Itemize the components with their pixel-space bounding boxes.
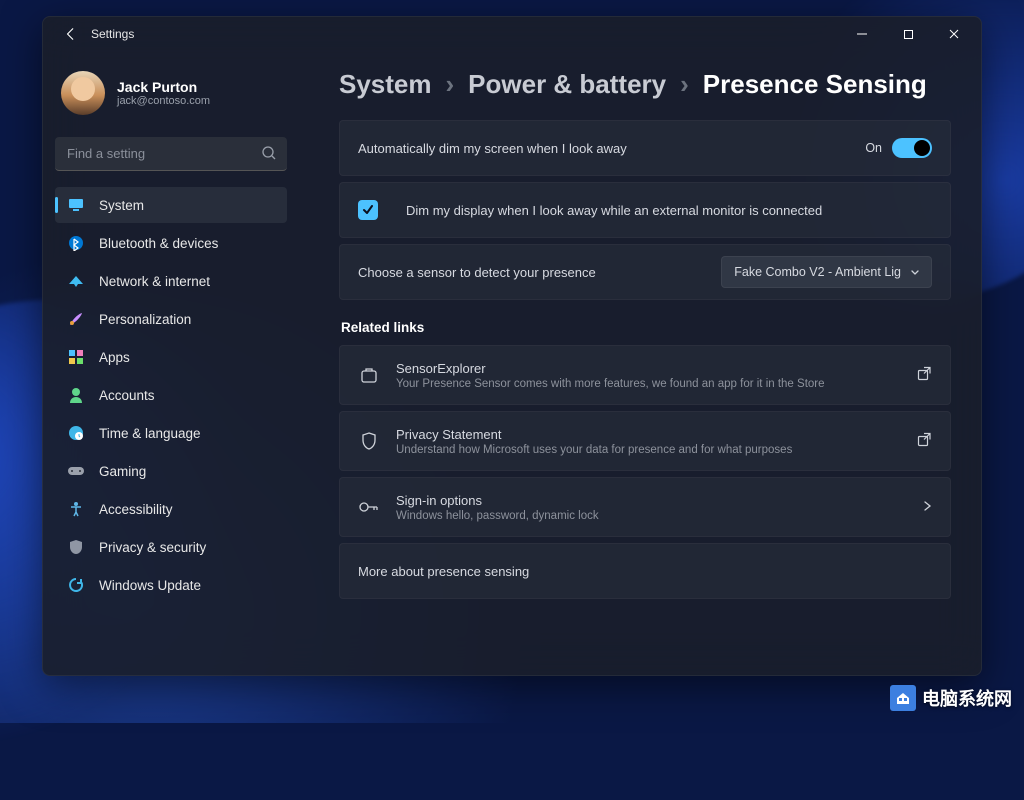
apps-grid-icon	[67, 348, 85, 366]
watermark: 电脑系统网	[890, 685, 1012, 711]
sidebar-item-time-language[interactable]: Time & language	[55, 415, 287, 451]
sidebar-item-label: Network & internet	[99, 274, 210, 289]
breadcrumb-system[interactable]: System	[339, 69, 432, 100]
toggle-state-text: On	[865, 141, 882, 155]
setting-autodim[interactable]: Automatically dim my screen when I look …	[339, 120, 951, 176]
search-input[interactable]	[55, 137, 287, 171]
settings-window: Settings Jack Purton jack@contoso.com	[42, 16, 982, 676]
sidebar-item-accounts[interactable]: Accounts	[55, 377, 287, 413]
sidebar-item-label: Apps	[99, 350, 130, 365]
sidebar-item-apps[interactable]: Apps	[55, 339, 287, 375]
bluetooth-icon	[67, 234, 85, 252]
related-links-heading: Related links	[341, 320, 951, 335]
gamepad-icon	[67, 462, 85, 480]
sidebar-item-label: Gaming	[99, 464, 146, 479]
chevron-right-icon: ›	[446, 69, 455, 100]
setting-sensor: Choose a sensor to detect your presence …	[339, 244, 951, 300]
profile-name: Jack Purton	[117, 79, 210, 95]
setting-label: Dim my display when I look away while an…	[406, 203, 822, 218]
store-icon	[358, 366, 380, 384]
monitor-icon	[67, 196, 85, 214]
house-icon	[890, 685, 916, 711]
sidebar-item-label: Bluetooth & devices	[99, 236, 218, 251]
app-title: Settings	[91, 27, 134, 41]
minimize-button[interactable]	[839, 17, 885, 51]
sidebar-item-accessibility[interactable]: Accessibility	[55, 491, 287, 527]
update-icon	[67, 576, 85, 594]
related-link[interactable]: Sign-in options Windows hello, password, …	[339, 477, 951, 537]
search-container	[55, 137, 287, 171]
sidebar-item-label: Personalization	[99, 312, 191, 327]
sidebar-item-label: Privacy & security	[99, 540, 206, 555]
titlebar: Settings	[43, 17, 981, 51]
sidebar-item-network[interactable]: Network & internet	[55, 263, 287, 299]
wifi-icon	[67, 272, 85, 290]
close-button[interactable]	[931, 17, 977, 51]
sensor-select[interactable]: Fake Combo V2 - Ambient Lig	[721, 256, 932, 288]
sidebar-item-label: Windows Update	[99, 578, 201, 593]
related-link-subtitle: Understand how Microsoft uses your data …	[396, 444, 901, 456]
sensor-selected-value: Fake Combo V2 - Ambient Lig	[734, 265, 901, 279]
related-link[interactable]: SensorExplorer Your Presence Sensor comes…	[339, 345, 951, 405]
sidebar-item-gaming[interactable]: Gaming	[55, 453, 287, 489]
paintbrush-icon	[67, 310, 85, 328]
sidebar-item-label: Time & language	[99, 426, 201, 441]
setting-dim-external[interactable]: Dim my display when I look away while an…	[339, 182, 951, 238]
open-external-icon	[917, 366, 932, 384]
related-link-title: More about presence sensing	[358, 564, 932, 579]
related-link-title: SensorExplorer	[396, 361, 901, 376]
sidebar-item-label: System	[99, 198, 144, 213]
main-content: System › Power & battery › Presence Sens…	[299, 51, 981, 675]
sidebar-item-privacy[interactable]: Privacy & security	[55, 529, 287, 565]
related-link-title: Sign-in options	[396, 493, 906, 508]
shield-icon	[67, 538, 85, 556]
sidebar-item-personalization[interactable]: Personalization	[55, 301, 287, 337]
related-link-title: Privacy Statement	[396, 427, 901, 442]
sidebar: Jack Purton jack@contoso.com System Bluet…	[43, 51, 299, 675]
open-external-icon	[917, 432, 932, 450]
chevron-right-icon	[922, 499, 932, 516]
profile-email: jack@contoso.com	[117, 95, 210, 107]
globe-clock-icon	[67, 424, 85, 442]
setting-label: Choose a sensor to detect your presence	[358, 265, 596, 280]
maximize-button[interactable]	[885, 17, 931, 51]
key-icon	[358, 500, 380, 514]
related-link-subtitle: Your Presence Sensor comes with more fea…	[396, 378, 901, 390]
avatar	[61, 71, 105, 115]
breadcrumb: System › Power & battery › Presence Sens…	[339, 69, 951, 100]
sidebar-item-bluetooth[interactable]: Bluetooth & devices	[55, 225, 287, 261]
sidebar-item-system[interactable]: System	[55, 187, 287, 223]
setting-label: Automatically dim my screen when I look …	[358, 141, 627, 156]
dim-external-checkbox[interactable]	[358, 200, 378, 220]
related-link-subtitle: Windows hello, password, dynamic lock	[396, 510, 906, 522]
related-link[interactable]: Privacy Statement Understand how Microsof…	[339, 411, 951, 471]
breadcrumb-power[interactable]: Power & battery	[468, 69, 666, 100]
person-icon	[67, 386, 85, 404]
breadcrumb-current: Presence Sensing	[703, 69, 927, 100]
accessibility-icon	[67, 500, 85, 518]
autodim-toggle[interactable]	[892, 138, 932, 158]
sidebar-item-label: Accessibility	[99, 502, 173, 517]
sidebar-item-windows-update[interactable]: Windows Update	[55, 567, 287, 603]
chevron-down-icon	[909, 265, 921, 282]
chevron-right-icon: ›	[680, 69, 689, 100]
related-links-list: SensorExplorer Your Presence Sensor comes…	[339, 345, 951, 599]
search-icon	[261, 145, 277, 166]
back-button[interactable]	[57, 20, 85, 48]
nav-list: System Bluetooth & devices Network & inter…	[55, 187, 287, 603]
shield-outline-icon	[358, 432, 380, 450]
sidebar-item-label: Accounts	[99, 388, 155, 403]
related-link[interactable]: More about presence sensing	[339, 543, 951, 599]
profile-card[interactable]: Jack Purton jack@contoso.com	[55, 59, 287, 131]
